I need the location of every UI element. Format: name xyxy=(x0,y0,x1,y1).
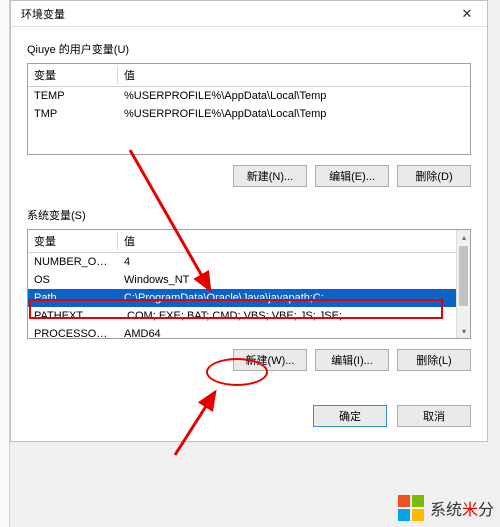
cell-value: %USERPROFILE%\AppData\Local\Temp xyxy=(118,105,470,123)
system-vars-group: 系统变量(S) 变量 值 NUMBER_OF_PR... 4 xyxy=(27,207,471,371)
table-row[interactable]: OS Windows_NT xyxy=(28,271,470,289)
windows-logo-icon xyxy=(398,495,424,521)
user-vars-group: Qiuye 的用户变量(U) 变量 值 TEMP %USERPROFILE%\A… xyxy=(27,41,471,187)
user-new-button[interactable]: 新建(N)... xyxy=(233,165,307,187)
watermark: 系统米分 xyxy=(398,495,494,521)
system-vars-label: 系统变量(S) xyxy=(27,207,471,223)
system-vars-table[interactable]: 变量 值 NUMBER_OF_PR... 4 OS Windows_NT xyxy=(27,229,471,339)
user-edit-button[interactable]: 编辑(E)... xyxy=(315,165,389,187)
cell-name: OS xyxy=(28,271,118,289)
user-vars-table[interactable]: 变量 值 TEMP %USERPROFILE%\AppData\Local\Te… xyxy=(27,63,471,155)
cell-name: PATHEXT xyxy=(28,307,118,325)
table-row[interactable]: NUMBER_OF_PR... 4 xyxy=(28,253,470,272)
cell-value: C:\ProgramData\Oracle\Java\javapath;C:..… xyxy=(118,289,470,307)
col-name[interactable]: 变量 xyxy=(28,230,118,253)
ok-button[interactable]: 确定 xyxy=(313,405,387,427)
system-vars-buttons: 新建(W)... 编辑(I)... 删除(L) xyxy=(27,349,471,371)
env-vars-dialog: 环境变量 ✕ Qiuye 的用户变量(U) 变量 值 TEM xyxy=(10,0,488,442)
scrollbar[interactable]: ▴ ▾ xyxy=(456,230,470,338)
scroll-thumb[interactable] xyxy=(459,246,468,306)
col-name[interactable]: 变量 xyxy=(28,64,118,87)
system-delete-button[interactable]: 删除(L) xyxy=(397,349,471,371)
system-new-button[interactable]: 新建(W)... xyxy=(233,349,307,371)
cancel-button[interactable]: 取消 xyxy=(397,405,471,427)
window-title: 环境变量 xyxy=(21,6,65,22)
system-edit-button[interactable]: 编辑(I)... xyxy=(315,349,389,371)
col-value[interactable]: 值 xyxy=(118,230,470,253)
table-header-row: 变量 值 xyxy=(28,230,470,253)
cell-value: 4 xyxy=(118,253,470,272)
scroll-up-icon[interactable]: ▴ xyxy=(457,230,471,244)
table-row[interactable]: TEMP %USERPROFILE%\AppData\Local\Temp xyxy=(28,87,470,106)
user-vars-buttons: 新建(N)... 编辑(E)... 删除(D) xyxy=(27,165,471,187)
scroll-down-icon[interactable]: ▾ xyxy=(457,324,471,338)
watermark-text-prefix: 系统 xyxy=(430,502,462,519)
table-row[interactable]: TMP %USERPROFILE%\AppData\Local\Temp xyxy=(28,105,470,123)
cell-value: .COM;.EXE;.BAT;.CMD;.VBS;.VBE;.JS;.JSE;.… xyxy=(118,307,470,325)
cell-value: AMD64 xyxy=(118,325,470,339)
table-row[interactable]: PROCESSOR_AR... AMD64 xyxy=(28,325,470,339)
cell-value: Windows_NT xyxy=(118,271,470,289)
user-vars-label: Qiuye 的用户变量(U) xyxy=(27,41,471,57)
cell-name: TMP xyxy=(28,105,118,123)
watermark-text-suffix: 分 xyxy=(478,502,494,519)
close-icon: ✕ xyxy=(462,6,473,22)
table-header-row: 变量 值 xyxy=(28,64,470,87)
cell-name: PROCESSOR_AR... xyxy=(28,325,118,339)
watermark-text-dot: 米 xyxy=(462,502,478,519)
cell-name: NUMBER_OF_PR... xyxy=(28,253,118,272)
cell-name: Path xyxy=(28,289,118,307)
cell-value: %USERPROFILE%\AppData\Local\Temp xyxy=(118,87,470,106)
user-delete-button[interactable]: 删除(D) xyxy=(397,165,471,187)
close-button[interactable]: ✕ xyxy=(447,1,487,26)
dialog-content: Qiuye 的用户变量(U) 变量 值 TEMP %USERPROFILE%\A… xyxy=(11,27,487,397)
titlebar: 环境变量 ✕ xyxy=(11,1,487,27)
background-edge xyxy=(0,0,10,527)
cell-name: TEMP xyxy=(28,87,118,106)
table-row[interactable]: PATHEXT .COM;.EXE;.BAT;.CMD;.VBS;.VBE;.J… xyxy=(28,307,470,325)
table-row-selected[interactable]: Path C:\ProgramData\Oracle\Java\javapath… xyxy=(28,289,470,307)
col-value[interactable]: 值 xyxy=(118,64,470,87)
dialog-buttons: 确定 取消 xyxy=(11,397,487,441)
